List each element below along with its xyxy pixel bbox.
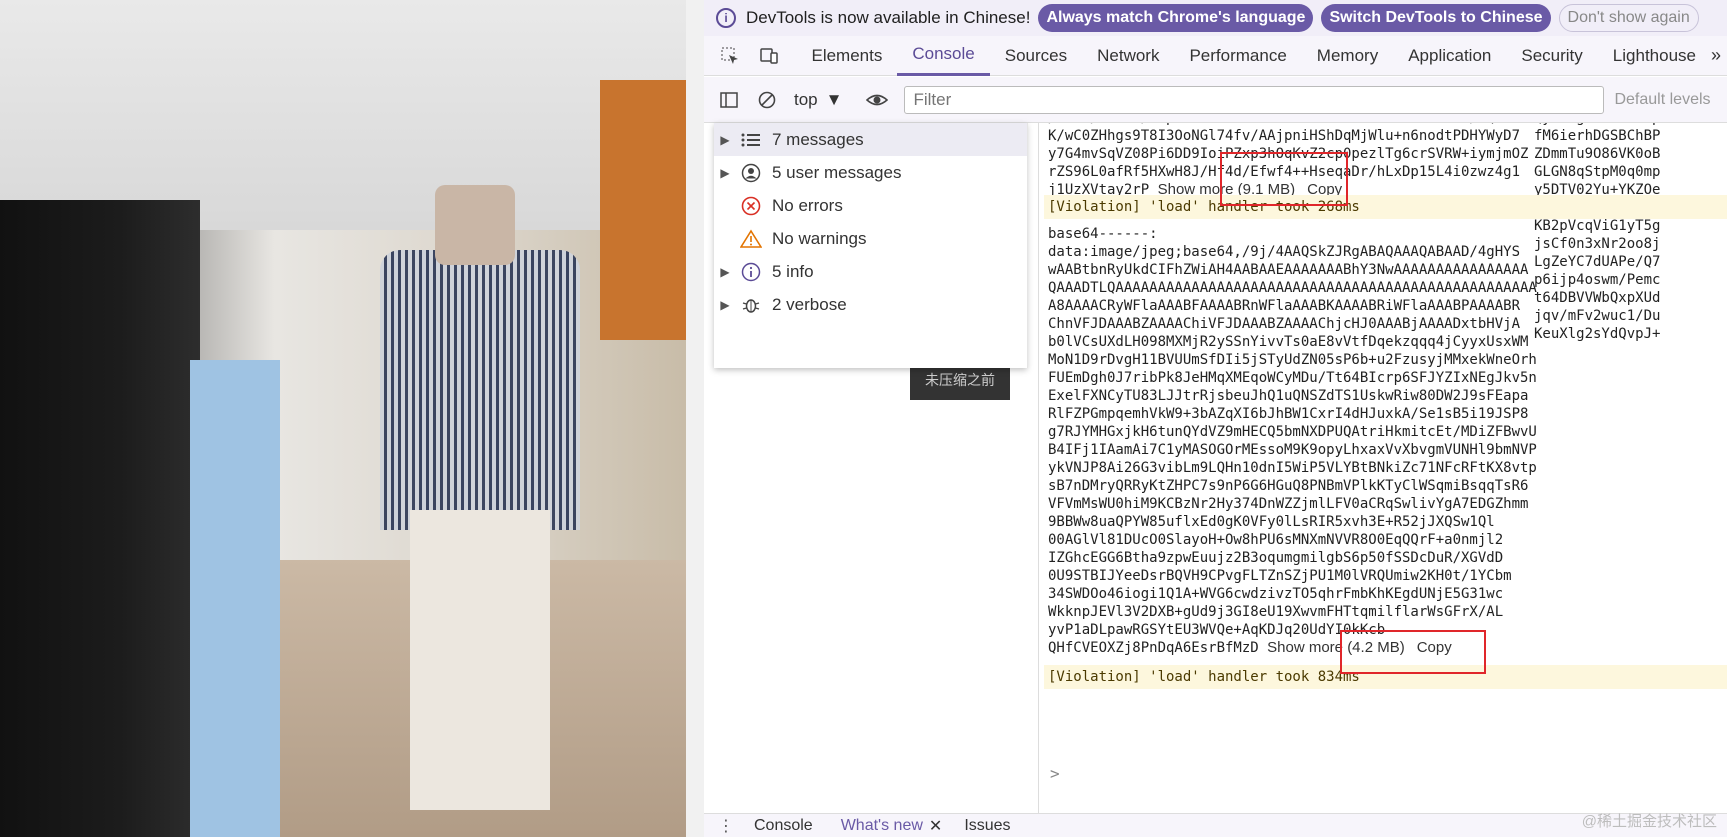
store-ceiling bbox=[0, 0, 686, 230]
sidebar-item-label: No errors bbox=[772, 195, 843, 215]
more-options-icon[interactable]: ⋮ bbox=[718, 816, 734, 836]
clothing-rack bbox=[0, 200, 200, 837]
sidebar-item-label: 5 info bbox=[772, 261, 814, 281]
context-selector[interactable]: top ▼ bbox=[794, 90, 842, 110]
inspect-element-icon[interactable] bbox=[718, 43, 743, 69]
drawer-tab-whats-new[interactable]: What's new bbox=[841, 817, 923, 835]
photo-pane bbox=[0, 0, 686, 837]
blue-garments bbox=[190, 360, 280, 837]
person-figure bbox=[380, 170, 580, 837]
screen: i DevTools is now available in Chinese! … bbox=[0, 0, 1727, 837]
sidebar-gutter bbox=[1038, 123, 1039, 813]
sidebar-divider bbox=[1027, 123, 1028, 368]
log-text-tail: QHfCVEOXZj8PnDqA6EsrBfMzD bbox=[1048, 640, 1259, 656]
eye-icon[interactable] bbox=[864, 87, 890, 113]
striped-shirt bbox=[380, 250, 580, 530]
tab-security[interactable]: Security bbox=[1506, 36, 1597, 76]
dont-show-again-button[interactable]: Don't show again bbox=[1558, 4, 1699, 32]
watermark: @稀土掘金技术社区 bbox=[1581, 813, 1717, 830]
sidebar-item-label: 2 verbose bbox=[772, 294, 847, 314]
sidebar-item-errors[interactable]: No errors bbox=[714, 189, 1027, 222]
tab-elements[interactable]: Elements bbox=[796, 36, 897, 76]
device-toolbar-icon[interactable] bbox=[757, 43, 782, 69]
orange-garments bbox=[600, 80, 686, 340]
sidebar-item-label: No warnings bbox=[772, 228, 867, 248]
user-icon bbox=[738, 162, 764, 184]
console-sidebar: ▶ 7 messages ▶ 5 user messages No errors bbox=[714, 123, 1028, 368]
tab-memory[interactable]: Memory bbox=[1302, 36, 1393, 76]
highlight-box bbox=[1220, 152, 1348, 206]
banner-message: DevTools is now available in Chinese! bbox=[746, 8, 1031, 27]
violation-message: [Violation] 'load' handler took 268ms bbox=[1044, 195, 1727, 219]
sidebar-item-messages[interactable]: ▶ 7 messages bbox=[714, 123, 1027, 156]
sidebar-item-verbose[interactable]: ▶ 2 verbose bbox=[714, 288, 1027, 321]
log-levels-dropdown[interactable]: Default levels bbox=[1614, 91, 1710, 109]
tab-network[interactable]: Network bbox=[1082, 36, 1174, 76]
log-text: base64------: data:image/jpeg;base64,/9j… bbox=[1048, 226, 1537, 638]
drawer-tabs: ⋮ Console What's new ✕ Issues bbox=[704, 813, 1727, 837]
sidebar-item-user-messages[interactable]: ▶ 5 user messages bbox=[714, 156, 1027, 189]
drawer-tab-console[interactable]: Console bbox=[754, 817, 813, 835]
expand-arrow-icon[interactable]: ▶ bbox=[714, 133, 736, 147]
sidebar-item-info[interactable]: ▶ 5 info bbox=[714, 255, 1027, 288]
tab-application[interactable]: Application bbox=[1393, 36, 1506, 76]
expand-arrow-icon[interactable]: ▶ bbox=[714, 166, 736, 180]
language-banner: i DevTools is now available in Chinese! … bbox=[704, 0, 1727, 36]
expand-arrow-icon[interactable]: ▶ bbox=[714, 298, 736, 312]
panel-tabs: Elements Console Sources Network Perform… bbox=[704, 36, 1727, 76]
clear-console-icon[interactable] bbox=[754, 87, 780, 113]
console-toolbar: top ▼ Default levels bbox=[704, 77, 1727, 123]
sidebar-item-label: 7 messages bbox=[772, 129, 864, 149]
switch-language-button[interactable]: Switch DevTools to Chinese bbox=[1321, 4, 1551, 32]
warning-icon bbox=[738, 228, 764, 250]
tab-performance[interactable]: Performance bbox=[1174, 36, 1301, 76]
list-icon bbox=[738, 129, 764, 151]
log-overflow-text: QyBANgkzCJaoznp fM6ierhDGSBChBP ZDmmTu9O… bbox=[1534, 123, 1661, 342]
console-output: /9SCb/dmlce/SnprIcrwaHvzcHsXu9oCIAEx5wo3… bbox=[1038, 123, 1727, 813]
filter-input[interactable] bbox=[904, 85, 1605, 114]
blurred-face bbox=[435, 185, 515, 265]
info-icon: i bbox=[716, 8, 736, 28]
info-icon bbox=[738, 261, 764, 283]
context-label: top bbox=[794, 89, 818, 109]
devtools-panel: i DevTools is now available in Chinese! … bbox=[704, 0, 1727, 837]
white-pants bbox=[410, 510, 550, 810]
expand-arrow-icon[interactable]: ▶ bbox=[714, 265, 736, 279]
bug-icon bbox=[738, 294, 764, 316]
more-tabs-icon[interactable]: » bbox=[1711, 45, 1721, 66]
log-message-2: base64------: data:image/jpeg;base64,/9j… bbox=[1048, 225, 1537, 657]
sidebar-item-label: 5 user messages bbox=[772, 162, 902, 182]
tab-console[interactable]: Console bbox=[897, 36, 990, 76]
console-prompt[interactable]: > bbox=[1050, 765, 1060, 783]
close-icon[interactable]: ✕ bbox=[929, 816, 942, 836]
drawer-tab-issues[interactable]: Issues bbox=[964, 817, 1010, 835]
tab-sources[interactable]: Sources bbox=[990, 36, 1082, 76]
highlight-box bbox=[1340, 630, 1486, 674]
sidebar-toggle-icon[interactable] bbox=[716, 87, 742, 113]
error-icon bbox=[738, 195, 764, 217]
sidebar-item-warnings[interactable]: No warnings bbox=[714, 222, 1027, 255]
chevron-down-icon: ▼ bbox=[825, 89, 843, 109]
match-language-button[interactable]: Always match Chrome's language bbox=[1038, 4, 1314, 32]
tab-lighthouse[interactable]: Lighthouse bbox=[1598, 36, 1711, 76]
